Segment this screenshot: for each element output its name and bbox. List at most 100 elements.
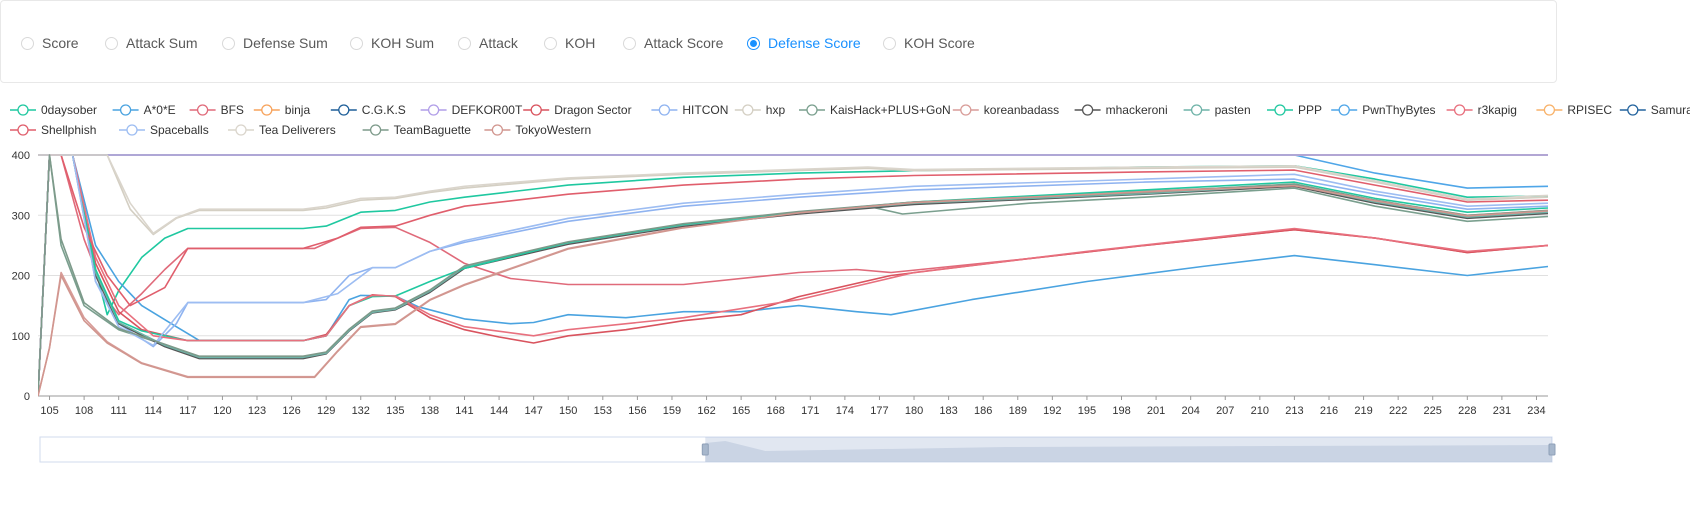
x-tick-label: 222 xyxy=(1389,405,1407,417)
legend-marker-icon xyxy=(17,104,29,116)
radio-label: KOH xyxy=(565,35,596,51)
series-line-tokyowestern xyxy=(38,184,1548,397)
legend-item[interactable]: C.G.K.S xyxy=(330,103,406,117)
radio-circle-icon[interactable] xyxy=(544,36,557,50)
legend-item[interactable]: PwnThyBytes xyxy=(1331,103,1436,117)
radio-attack-score[interactable]: Attack Score xyxy=(623,35,723,51)
legend-item[interactable]: PPP xyxy=(1267,103,1322,117)
legend-item[interactable]: A*0*E xyxy=(112,103,176,117)
legend-item[interactable]: hxp xyxy=(734,103,786,117)
y-tick-label: 300 xyxy=(12,210,30,222)
x-tick-label: 219 xyxy=(1354,405,1372,417)
x-tick-label: 228 xyxy=(1458,405,1476,417)
legend-marker-icon xyxy=(338,104,350,116)
legend-item[interactable]: binja xyxy=(253,103,311,117)
legend-label: DEFKOR00T xyxy=(452,103,523,117)
legend-marker-icon xyxy=(1190,104,1203,116)
x-tick-label: 180 xyxy=(905,405,923,417)
zoom-slider-right-handle[interactable] xyxy=(1548,443,1556,456)
legend-item[interactable]: Tea Deliverers xyxy=(228,123,336,137)
x-tick-label: 147 xyxy=(524,405,542,417)
series-line-koreanbadass xyxy=(38,184,1548,397)
legend-label: mhackeroni xyxy=(1106,103,1168,117)
x-tick-label: 120 xyxy=(213,405,231,417)
radio-label: KOH Sum xyxy=(371,35,435,51)
legend-marker-icon xyxy=(427,104,440,116)
legend-item[interactable]: HITCON xyxy=(651,103,728,117)
x-tick-label: 171 xyxy=(801,405,819,417)
radio-circle-icon[interactable] xyxy=(623,36,636,50)
legend-label: Dragon Sector xyxy=(554,103,631,117)
radio-attack-sum[interactable]: Attack Sum xyxy=(105,35,198,51)
radio-score[interactable]: Score xyxy=(21,35,79,51)
radio-circle-icon[interactable] xyxy=(458,36,471,50)
y-tick-label: 0 xyxy=(24,391,30,403)
legend-label: TokyoWestern xyxy=(515,123,591,137)
radio-circle-icon[interactable] xyxy=(350,36,363,50)
x-tick-label: 162 xyxy=(697,405,715,417)
radio-attack[interactable]: Attack xyxy=(458,35,518,51)
legend-item[interactable]: TeamBaguette xyxy=(362,123,472,137)
legend-item[interactable]: mhackeroni xyxy=(1074,103,1168,117)
radio-label: Attack Sum xyxy=(126,35,198,51)
y-tick-label: 400 xyxy=(12,150,30,162)
legend-item[interactable]: r3kapig xyxy=(1446,103,1517,117)
legend-marker-icon xyxy=(119,104,132,116)
radio-defense-sum[interactable]: Defense Sum xyxy=(222,35,328,51)
legend-item[interactable]: Spaceballs xyxy=(119,123,209,137)
legend-label: Spaceballs xyxy=(150,123,209,137)
legend-label: Samurai xyxy=(1651,103,1690,117)
radio-circle-icon[interactable] xyxy=(747,36,760,50)
radio-circle-icon[interactable] xyxy=(222,36,235,50)
legend-item[interactable]: TokyoWestern xyxy=(484,123,591,137)
legend-item[interactable]: Shellphish xyxy=(10,123,96,137)
x-tick-label: 114 xyxy=(144,405,162,417)
legend-label: pasten xyxy=(1215,103,1251,117)
radio-koh-sum[interactable]: KOH Sum xyxy=(350,35,434,51)
legend-marker-icon xyxy=(1274,104,1286,116)
legend-item[interactable]: KaisHack+PLUS+GoN xyxy=(799,103,951,117)
x-tick-label: 138 xyxy=(421,405,439,417)
x-tick-label: 126 xyxy=(282,405,300,417)
legend-marker-icon xyxy=(196,104,209,116)
x-tick-label: 123 xyxy=(248,405,266,417)
x-tick-label: 189 xyxy=(1009,405,1027,417)
legend-item[interactable]: koreanbadass xyxy=(952,103,1059,117)
radio-circle-icon[interactable] xyxy=(105,36,118,50)
zoom-slider-window[interactable] xyxy=(705,437,1552,462)
legend-label: PPP xyxy=(1298,103,1322,117)
legend-marker-icon xyxy=(126,124,138,136)
y-tick-label: 200 xyxy=(12,271,30,283)
x-tick-label: 156 xyxy=(628,405,646,417)
x-tick-label: 216 xyxy=(1320,405,1338,417)
radio-label: Attack Score xyxy=(644,35,724,51)
x-tick-label: 117 xyxy=(179,405,197,417)
legend-marker-icon xyxy=(17,124,29,136)
legend-marker-icon xyxy=(806,104,818,116)
radio-koh[interactable]: KOH xyxy=(544,35,595,51)
legend-item[interactable]: BFS xyxy=(189,103,244,117)
x-tick-label: 153 xyxy=(594,405,612,417)
legend-item[interactable]: pasten xyxy=(1183,103,1251,117)
x-tick-label: 195 xyxy=(1078,405,1096,417)
radio-koh-score[interactable]: KOH Score xyxy=(883,35,975,51)
x-tick-label: 168 xyxy=(767,405,785,417)
radio-circle-icon[interactable] xyxy=(21,36,34,50)
legend-item[interactable]: 0daysober xyxy=(10,103,97,117)
legend-marker-icon xyxy=(1627,104,1639,116)
radio-defense-score[interactable]: Defense Score xyxy=(747,35,861,51)
legend-marker-icon xyxy=(369,124,382,136)
legend-marker-icon xyxy=(491,124,504,136)
x-tick-label: 141 xyxy=(455,405,473,417)
legend-item[interactable]: Dragon Sector xyxy=(523,103,632,117)
radio-label: KOH Score xyxy=(904,35,975,51)
legend-marker-icon xyxy=(742,104,754,116)
legend-item[interactable]: RPISEC xyxy=(1536,103,1612,117)
zoom-slider-left-handle[interactable] xyxy=(701,443,709,456)
x-tick-label: 105 xyxy=(40,405,58,417)
radio-circle-icon[interactable] xyxy=(883,36,896,50)
x-tick-label: 144 xyxy=(490,405,508,417)
legend-item[interactable]: Samurai xyxy=(1619,103,1690,117)
x-tick-label: 129 xyxy=(317,405,335,417)
legend-item[interactable]: DEFKOR00T xyxy=(420,103,523,117)
